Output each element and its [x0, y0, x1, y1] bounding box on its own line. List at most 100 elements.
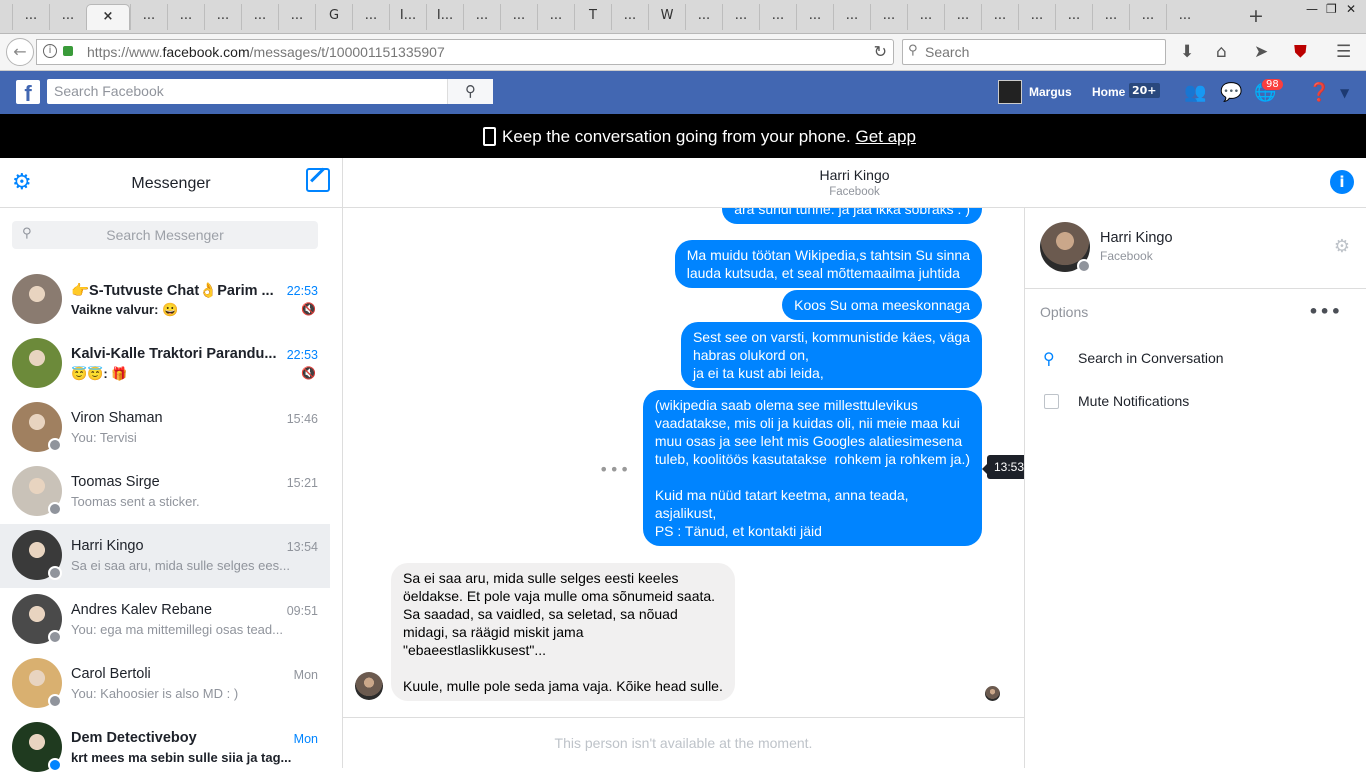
- chevron-down-icon[interactable]: ▼: [1340, 86, 1349, 100]
- close-window-button[interactable]: ✕: [1346, 2, 1356, 16]
- browser-tab[interactable]: ...: [611, 4, 648, 30]
- browser-tab[interactable]: I...: [426, 4, 463, 30]
- browser-tab-active[interactable]: ×: [86, 4, 130, 30]
- tab-label: ...: [142, 8, 156, 23]
- details-contact-name[interactable]: Harri Kingo: [1100, 230, 1173, 246]
- browser-tab[interactable]: ...: [1166, 4, 1203, 30]
- downloads-icon[interactable]: ⬇: [1180, 42, 1194, 62]
- browser-tab[interactable]: ...: [907, 4, 944, 30]
- browser-tab[interactable]: ...: [352, 4, 389, 30]
- site-info-icon[interactable]: i: [43, 44, 57, 58]
- browser-tab[interactable]: ...: [500, 4, 537, 30]
- browser-tab[interactable]: ...: [1055, 4, 1092, 30]
- tab-label: ...: [1067, 8, 1081, 23]
- browser-tab[interactable]: T: [574, 4, 611, 30]
- conversation-preview: You: Kahoosier is also MD : ): [71, 686, 239, 701]
- message-bubble-outgoing[interactable]: Koos Su oma meeskonnaga: [782, 290, 982, 320]
- browser-tab[interactable]: ...: [796, 4, 833, 30]
- conversation-item[interactable]: Andres Kalev Rebane You: ega ma mittemill…: [0, 588, 330, 652]
- conversation-preview: Toomas sent a sticker.: [71, 494, 200, 509]
- seen-avatar: [985, 686, 1000, 701]
- browser-tab[interactable]: ...: [981, 4, 1018, 30]
- browser-tab[interactable]: ...: [130, 4, 167, 30]
- message-bubble-outgoing[interactable]: Sest see on varsti, kommunistide käes, v…: [680, 322, 982, 388]
- home-icon[interactable]: ⌂: [1216, 42, 1227, 62]
- url-text[interactable]: https://www.facebook.com/messages/t/1000…: [87, 44, 445, 60]
- message-bubble-incoming[interactable]: Sa ei saa aru, mida sulle selges eesti k…: [391, 563, 735, 701]
- avatar: [12, 274, 62, 324]
- browser-tab[interactable]: ...: [49, 4, 86, 30]
- tab-label: G: [328, 8, 340, 23]
- search-in-conversation-button[interactable]: Search in Conversation: [1078, 350, 1224, 366]
- browser-tab[interactable]: I...: [389, 4, 426, 30]
- browser-tab[interactable]: ...: [833, 4, 870, 30]
- browser-tab[interactable]: ...: [241, 4, 278, 30]
- browser-tab[interactable]: ...: [1129, 4, 1166, 30]
- friends-icon[interactable]: 👥: [1184, 82, 1206, 103]
- browser-tab[interactable]: ...: [759, 4, 796, 30]
- conversation-preview: You: ega ma mittemillegi osas tead...: [71, 622, 283, 637]
- conversation-name: Harri Kingo: [71, 538, 144, 554]
- conversation-name: Kalvi-Kalle Traktori Parandu...: [71, 346, 277, 362]
- browser-tab[interactable]: ...: [12, 4, 49, 30]
- conversation-item[interactable]: Kalvi-Kalle Traktori Parandu... 😇😇: 🎁 22:5…: [0, 332, 330, 396]
- messenger-badge-icon: [48, 758, 62, 772]
- browser-tab[interactable]: ...: [1018, 4, 1055, 30]
- browser-search-input[interactable]: ⚲ Search: [902, 39, 1166, 65]
- thread-contact-name[interactable]: Harri Kingo: [343, 167, 1366, 183]
- browser-tab[interactable]: ...: [944, 4, 981, 30]
- send-icon[interactable]: ➤: [1254, 42, 1268, 62]
- back-button[interactable]: ←: [6, 38, 34, 66]
- more-actions-icon[interactable]: •••: [599, 460, 630, 479]
- menu-icon[interactable]: ☰: [1336, 42, 1351, 62]
- messenger-search-input[interactable]: ⚲ Search Messenger: [12, 221, 318, 249]
- tab-label: I...: [436, 8, 454, 23]
- get-app-link[interactable]: Get app: [855, 127, 916, 146]
- facebook-badge-icon: [1077, 259, 1091, 273]
- minimize-window-button[interactable]: —: [1306, 2, 1318, 16]
- browser-tab[interactable]: ...: [278, 4, 315, 30]
- facebook-badge-icon: [48, 566, 62, 580]
- mute-notifications-checkbox[interactable]: [1044, 394, 1059, 409]
- url-bar[interactable]: i https://www.facebook.com/messages/t/10…: [36, 39, 894, 65]
- maximize-window-button[interactable]: ❐: [1326, 2, 1337, 16]
- avatar: [998, 80, 1022, 104]
- conversation-time: Mon: [293, 668, 318, 682]
- close-tab-icon[interactable]: ×: [103, 9, 114, 24]
- conversation-item[interactable]: Dem Detectiveboy krt mees ma sebin sulle …: [0, 716, 330, 780]
- more-options-icon[interactable]: •••: [1308, 302, 1342, 321]
- conversation-item[interactable]: Viron Shaman You: Tervisi 15:46: [0, 396, 330, 460]
- message-bubble-outgoing[interactable]: ära sundi tunne. ja jää ikka sõbraks : ): [722, 208, 982, 224]
- facebook-search-input[interactable]: Search Facebook ⚲: [47, 79, 493, 104]
- message-bubble-outgoing[interactable]: Ma muidu töötan Wikipedia,s tahtsin Su s…: [674, 240, 982, 288]
- browser-tab[interactable]: ...: [204, 4, 241, 30]
- browser-tab[interactable]: ...: [1092, 4, 1129, 30]
- home-link[interactable]: Home: [1092, 85, 1125, 99]
- message-bubble-outgoing[interactable]: (wikipedia saab olema see millesttulevik…: [642, 390, 982, 546]
- lock-icon: [63, 46, 73, 56]
- search-icon[interactable]: ⚲: [447, 79, 493, 104]
- compose-icon[interactable]: [306, 168, 330, 192]
- browser-tab[interactable]: ...: [167, 4, 204, 30]
- browser-tab[interactable]: ...: [722, 4, 759, 30]
- conversation-name: Dem Detectiveboy: [71, 730, 197, 746]
- conversation-item[interactable]: Harri Kingo Sa ei saa aru, mida sulle sel…: [0, 524, 330, 588]
- ublock-icon[interactable]: ⛊: [1294, 42, 1307, 62]
- reload-icon[interactable]: ↻: [874, 42, 887, 61]
- browser-tab[interactable]: ...: [870, 4, 907, 30]
- facebook-logo-icon[interactable]: f: [16, 80, 40, 106]
- browser-tab[interactable]: ...: [537, 4, 574, 30]
- messenger-icon[interactable]: 💬: [1220, 82, 1242, 103]
- conversation-item[interactable]: Carol Bertoli You: Kahoosier is also MD :…: [0, 652, 330, 716]
- conversation-item[interactable]: Toomas Sirge Toomas sent a sticker. 15:21: [0, 460, 330, 524]
- new-tab-button[interactable]: +: [1248, 5, 1264, 27]
- gear-icon[interactable]: ⚙: [1334, 236, 1350, 257]
- browser-tab[interactable]: G: [315, 4, 352, 30]
- browser-tab[interactable]: ...: [685, 4, 722, 30]
- conversation-item[interactable]: 👉S-Tutvuste Chat👌Parim ... Vaikne valvur:…: [0, 268, 330, 332]
- help-icon[interactable]: ❓: [1308, 82, 1330, 103]
- info-icon[interactable]: i: [1330, 170, 1354, 194]
- browser-tab[interactable]: ...: [463, 4, 500, 30]
- browser-tab[interactable]: W: [648, 4, 685, 30]
- mute-notifications-label[interactable]: Mute Notifications: [1078, 393, 1189, 409]
